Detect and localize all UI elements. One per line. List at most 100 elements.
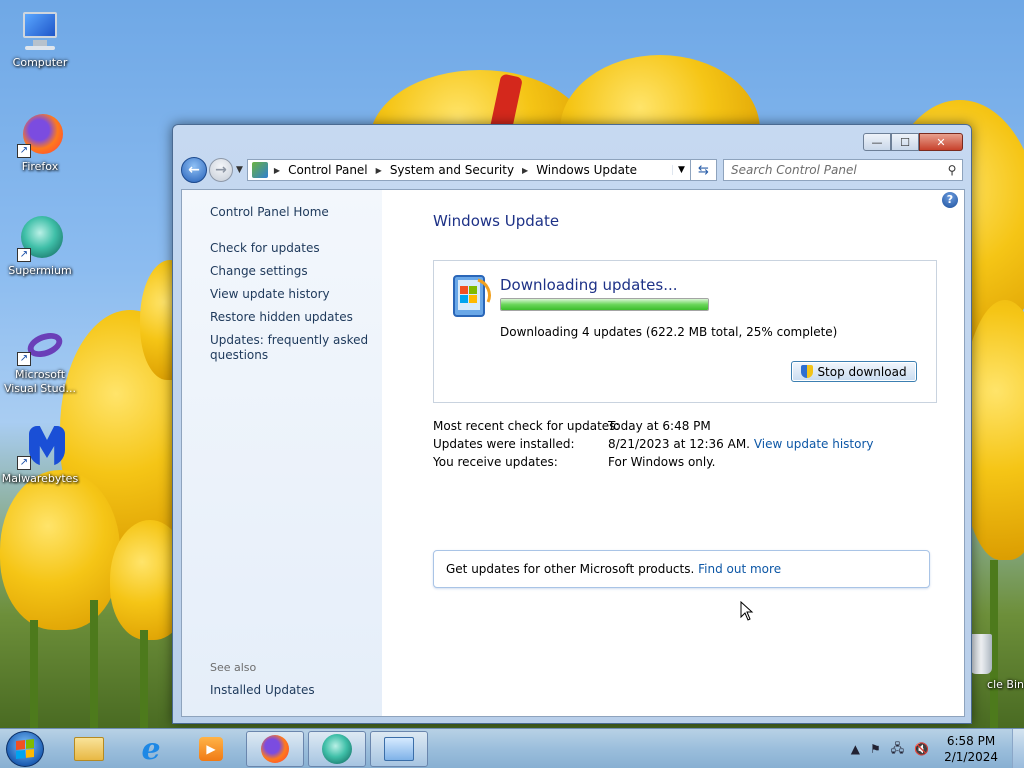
start-button[interactable] bbox=[6, 731, 44, 767]
taskbar-internet-explorer[interactable]: e bbox=[122, 731, 180, 767]
control-panel-home-link[interactable]: Control Panel Home bbox=[210, 205, 370, 220]
info-row-installed: Updates were installed: 8/21/2023 at 12:… bbox=[433, 437, 874, 451]
computer-icon bbox=[17, 8, 63, 54]
view-update-history-link[interactable]: View update history bbox=[210, 287, 370, 302]
arrow-right-icon: → bbox=[215, 162, 227, 178]
info-value-group: 8/21/2023 at 12:36 AM. View update histo… bbox=[608, 437, 874, 451]
windows-logo-icon bbox=[16, 739, 34, 759]
left-task-pane: Control Panel Home Check for updates Cha… bbox=[182, 190, 382, 716]
clock-date: 2/1/2024 bbox=[944, 750, 998, 764]
caption-buttons: — ☐ ✕ bbox=[863, 133, 963, 151]
info-row-receive: You receive updates: For Windows only. bbox=[433, 455, 715, 469]
shortcut-arrow-icon: ↗ bbox=[17, 456, 31, 470]
uac-shield-icon bbox=[801, 365, 814, 378]
show-desktop-button[interactable] bbox=[1012, 729, 1024, 768]
breadcrumb-chevron-icon[interactable]: ▶ bbox=[274, 166, 280, 175]
info-value: Today at 6:48 PM bbox=[608, 419, 711, 433]
firefox-icon: ↗ bbox=[17, 112, 63, 158]
refresh-icon: ⇆ bbox=[698, 162, 709, 178]
close-button[interactable]: ✕ bbox=[919, 133, 963, 151]
info-label: Most recent check for updates: bbox=[433, 419, 620, 433]
clock-time: 6:58 PM bbox=[946, 734, 996, 748]
control-panel-icon bbox=[384, 737, 414, 761]
desktop-icon-label: Supermium bbox=[8, 264, 72, 277]
maximize-button[interactable]: ☐ bbox=[891, 133, 919, 151]
navigation-bar: ← → ▼ ▶ Control Panel ▶ System and Secur… bbox=[181, 157, 963, 183]
notification-area: ▲ ⚑ 🖧 🔇 6:58 PM 2/1/2024 bbox=[846, 729, 1024, 768]
info-value: 8/21/2023 at 12:36 AM. bbox=[608, 437, 750, 451]
shortcut-arrow-icon: ↗ bbox=[17, 144, 31, 158]
shortcut-arrow-icon: ↗ bbox=[17, 352, 31, 366]
minimize-button[interactable]: — bbox=[863, 133, 891, 151]
search-box[interactable]: ⚲ bbox=[723, 159, 963, 181]
taskbar-explorer[interactable] bbox=[60, 731, 118, 767]
desktop-icon-visual-studio[interactable]: ↗ Microsoft Visual Stud... bbox=[0, 328, 80, 396]
supermium-icon bbox=[322, 734, 352, 764]
volume-muted-icon[interactable]: 🔇 bbox=[914, 742, 929, 756]
taskbar-control-panel[interactable] bbox=[370, 731, 428, 767]
firefox-icon bbox=[261, 735, 289, 763]
address-bar[interactable]: ▶ Control Panel ▶ System and Security ▶ … bbox=[246, 159, 691, 181]
desktop-icon-label: Malwarebytes bbox=[1, 472, 79, 485]
download-status-text: Downloading 4 updates (622.2 MB total, 2… bbox=[500, 325, 838, 339]
restore-hidden-updates-link[interactable]: Restore hidden updates bbox=[210, 310, 370, 325]
info-row-last-check: Most recent check for updates: Today at … bbox=[433, 419, 711, 433]
stop-download-button[interactable]: Stop download bbox=[791, 361, 917, 382]
other-products-text: Get updates for other Microsoft products… bbox=[446, 562, 695, 576]
view-update-history-inline-link[interactable]: View update history bbox=[754, 437, 874, 451]
recent-pages-dropdown[interactable]: ▼ bbox=[236, 165, 243, 175]
search-input[interactable] bbox=[724, 163, 942, 177]
windows-update-window: — ☐ ✕ ← → ▼ ▶ Control Panel ▶ System and… bbox=[172, 124, 972, 724]
clock[interactable]: 6:58 PM 2/1/2024 bbox=[944, 733, 998, 765]
breadcrumb-chevron-icon[interactable]: ▶ bbox=[376, 166, 382, 175]
installed-updates-link[interactable]: Installed Updates bbox=[210, 683, 370, 698]
stop-download-label: Stop download bbox=[817, 364, 907, 379]
search-icon[interactable]: ⚲ bbox=[942, 163, 962, 177]
taskbar: e ▶ ▲ ⚑ 🖧 🔇 6:58 PM 2/1/2024 bbox=[0, 728, 1024, 768]
info-label: Updates were installed: bbox=[433, 437, 575, 451]
breadcrumb-system-and-security[interactable]: System and Security bbox=[390, 163, 514, 177]
change-settings-link[interactable]: Change settings bbox=[210, 264, 370, 279]
mouse-cursor-icon bbox=[740, 601, 754, 621]
media-player-icon: ▶ bbox=[199, 737, 223, 761]
show-hidden-icons-button[interactable]: ▲ bbox=[851, 742, 860, 756]
desktop-icon-label: Computer bbox=[12, 56, 68, 69]
breadcrumb-windows-update[interactable]: Windows Update bbox=[536, 163, 637, 177]
visual-studio-icon: ↗ bbox=[17, 328, 66, 366]
desktop-icon-malwarebytes[interactable]: ↗ Malwarebytes bbox=[0, 424, 80, 486]
desktop-icon-label: Firefox bbox=[21, 160, 59, 173]
desktop-icon-computer[interactable]: Computer bbox=[0, 8, 80, 70]
refresh-button[interactable]: ⇆ bbox=[691, 159, 717, 181]
address-dropdown-icon[interactable]: ▼ bbox=[672, 165, 690, 175]
windows-update-icon bbox=[453, 275, 491, 317]
download-progress-bar bbox=[500, 298, 709, 311]
find-out-more-link[interactable]: Find out more bbox=[698, 562, 781, 576]
see-also-heading: See also bbox=[210, 661, 257, 674]
forward-button[interactable]: → bbox=[209, 158, 233, 182]
taskbar-supermium[interactable] bbox=[308, 731, 366, 767]
desktop-icon-label: Microsoft Visual Stud... bbox=[3, 368, 77, 395]
content-area: Control Panel Home Check for updates Cha… bbox=[181, 189, 965, 717]
taskbar-firefox[interactable] bbox=[246, 731, 304, 767]
desktop-icon-supermium[interactable]: ↗ Supermium bbox=[0, 216, 80, 278]
updates-faq-link[interactable]: Updates: frequently asked questions bbox=[210, 333, 370, 363]
back-button[interactable]: ← bbox=[181, 157, 207, 183]
network-icon[interactable]: 🖧 bbox=[891, 739, 904, 760]
malwarebytes-icon: ↗ bbox=[17, 424, 65, 470]
info-value: For Windows only. bbox=[608, 455, 716, 469]
arrow-left-icon: ← bbox=[188, 162, 200, 178]
taskbar-media-player[interactable]: ▶ bbox=[182, 731, 240, 767]
downloading-heading: Downloading updates... bbox=[500, 276, 678, 294]
breadcrumb-chevron-icon[interactable]: ▶ bbox=[522, 166, 528, 175]
check-for-updates-link[interactable]: Check for updates bbox=[210, 241, 370, 256]
action-center-flag-icon[interactable]: ⚑ bbox=[870, 742, 881, 756]
info-label: You receive updates: bbox=[433, 455, 558, 469]
desktop-icon-firefox[interactable]: ↗ Firefox bbox=[0, 112, 80, 174]
shortcut-arrow-icon: ↗ bbox=[17, 248, 31, 262]
page-title: Windows Update bbox=[433, 212, 560, 230]
breadcrumb-control-panel[interactable]: Control Panel bbox=[288, 163, 368, 177]
help-icon[interactable]: ? bbox=[942, 192, 958, 208]
progress-fill bbox=[501, 299, 708, 310]
other-products-banner: Get updates for other Microsoft products… bbox=[433, 550, 930, 588]
supermium-icon: ↗ bbox=[17, 216, 63, 262]
